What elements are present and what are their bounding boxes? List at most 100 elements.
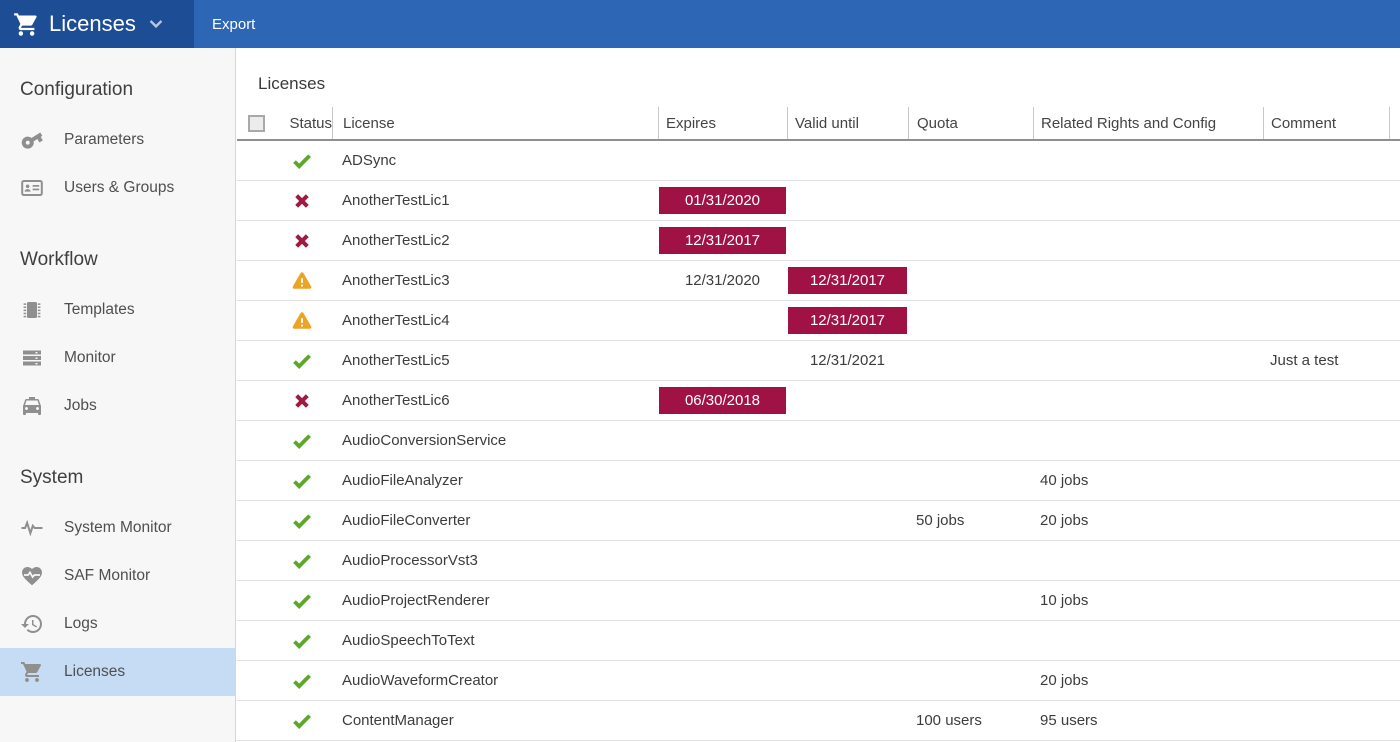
sidebar-item-label: SAF Monitor <box>64 567 150 585</box>
related-rights-cell <box>1033 181 1263 220</box>
license-name-cell: AudioSpeechToText <box>332 621 658 660</box>
comment-cell <box>1263 501 1390 540</box>
check-icon <box>291 670 313 692</box>
expires-cell: 01/31/2020 <box>658 181 787 220</box>
related-rights-cell: 20 jobs <box>1033 501 1263 540</box>
quota-cell <box>908 341 1033 380</box>
status-cell <box>272 701 332 740</box>
export-menu-item[interactable]: Export <box>194 0 273 48</box>
column-header-status[interactable]: Status <box>272 107 332 139</box>
heart-pulse-icon <box>20 564 44 588</box>
table-row[interactable]: AudioProjectRenderer10 jobs <box>237 581 1400 621</box>
sidebar-item-system-monitor[interactable]: System Monitor <box>0 504 235 552</box>
license-name-cell: AnotherTestLic1 <box>332 181 658 220</box>
column-header-comment[interactable]: Comment <box>1263 107 1390 139</box>
sidebar-item-label: Logs <box>64 615 98 633</box>
expires-cell <box>658 501 787 540</box>
table-row[interactable]: AudioSpeechToText <box>237 621 1400 661</box>
quota-cell <box>908 221 1033 260</box>
sidebar-item-saf-monitor[interactable]: SAF Monitor <box>0 552 235 600</box>
sidebar-item-users-groups[interactable]: Users & Groups <box>0 164 235 212</box>
page-title: Licenses <box>258 72 1400 96</box>
valid-until-cell <box>787 421 908 460</box>
comment-cell <box>1263 541 1390 580</box>
sidebar-item-parameters[interactable]: Parameters <box>0 116 235 164</box>
license-name-cell: AudioWaveformCreator <box>332 661 658 700</box>
table-row[interactable]: AudioWaveformCreator20 jobs <box>237 661 1400 701</box>
table-header: Status License Expires Valid until Quota… <box>237 107 1400 141</box>
column-header-quota[interactable]: Quota <box>908 107 1033 139</box>
valid-until-cell <box>787 141 908 180</box>
expires-cell: 06/30/2018 <box>658 381 787 420</box>
expired-date-badge: 01/31/2020 <box>659 187 786 214</box>
quota-cell <box>908 621 1033 660</box>
header-checkbox-cell <box>237 107 272 139</box>
sidebar-item-label: System Monitor <box>64 519 172 537</box>
valid-until-cell <box>787 221 908 260</box>
sidebar-item-label: Users & Groups <box>64 179 174 197</box>
column-header-expires[interactable]: Expires <box>658 107 787 139</box>
sidebar-item-monitor[interactable]: Monitor <box>0 334 235 382</box>
valid-until-cell <box>787 461 908 500</box>
status-cell <box>272 541 332 580</box>
table-row[interactable]: AnotherTestLic101/31/2020 <box>237 181 1400 221</box>
table-row[interactable]: AnotherTestLic212/31/2017 <box>237 221 1400 261</box>
comment-cell <box>1263 581 1390 620</box>
related-rights-cell <box>1033 341 1263 380</box>
license-name-cell: AudioFileConverter <box>332 501 658 540</box>
column-header-valid-until[interactable]: Valid until <box>787 107 908 139</box>
cart-icon <box>20 660 44 684</box>
valid-until-cell: 12/31/2017 <box>787 301 908 340</box>
sidebar-item-licenses[interactable]: Licenses <box>0 648 235 696</box>
comment-cell <box>1263 221 1390 260</box>
check-icon <box>291 590 313 612</box>
warning-icon <box>291 310 313 332</box>
table-row[interactable]: ADSync <box>237 141 1400 181</box>
related-rights-cell <box>1033 141 1263 180</box>
column-header-related-rights[interactable]: Related Rights and Config <box>1033 107 1263 139</box>
license-name-cell: AudioProcessorVst3 <box>332 541 658 580</box>
select-all-checkbox[interactable] <box>248 115 265 132</box>
app-title-dropdown[interactable]: Licenses <box>0 0 194 48</box>
sidebar-item-logs[interactable]: Logs <box>0 600 235 648</box>
cross-icon <box>291 390 313 412</box>
row-checkbox-cell <box>237 421 272 460</box>
sidebar-item-templates[interactable]: Templates <box>0 286 235 334</box>
table-row[interactable]: AudioFileAnalyzer40 jobs <box>237 461 1400 501</box>
table-row[interactable]: AudioConversionService <box>237 421 1400 461</box>
table-row[interactable]: AnotherTestLic512/31/2021Just a test <box>237 341 1400 381</box>
table-row[interactable]: AudioProcessorVst3 <box>237 541 1400 581</box>
sidebar-item-label: Jobs <box>64 397 97 415</box>
related-rights-cell <box>1033 541 1263 580</box>
expired-date-badge: 12/31/2017 <box>788 307 907 334</box>
valid-until-cell <box>787 701 908 740</box>
table-row[interactable]: AnotherTestLic412/31/2017 <box>237 301 1400 341</box>
table-row[interactable]: AudioFileConverter50 jobs20 jobs <box>237 501 1400 541</box>
row-checkbox-cell <box>237 341 272 380</box>
check-icon <box>291 630 313 652</box>
expires-cell <box>658 461 787 500</box>
pulse-icon <box>20 516 44 540</box>
license-name-cell: AnotherTestLic3 <box>332 261 658 300</box>
table-row[interactable]: ContentManager100 users95 users <box>237 701 1400 741</box>
cross-icon <box>291 230 313 252</box>
sidebar-item-jobs[interactable]: Jobs <box>0 382 235 430</box>
quota-cell <box>908 261 1033 300</box>
status-cell <box>272 301 332 340</box>
row-checkbox-cell <box>237 621 272 660</box>
expires-cell <box>658 621 787 660</box>
id-card-icon <box>20 176 44 200</box>
license-name-cell: AudioFileAnalyzer <box>332 461 658 500</box>
comment-cell <box>1263 621 1390 660</box>
column-header-license[interactable]: License <box>332 107 658 139</box>
valid-until-cell <box>787 621 908 660</box>
main-panel: Licenses Status License Expires Valid un… <box>237 48 1400 742</box>
related-rights-cell: 95 users <box>1033 701 1263 740</box>
valid-until-cell <box>787 661 908 700</box>
row-checkbox-cell <box>237 221 272 260</box>
table-row[interactable]: AnotherTestLic312/31/202012/31/2017 <box>237 261 1400 301</box>
quota-cell <box>908 581 1033 620</box>
quota-cell <box>908 141 1033 180</box>
valid-until-cell <box>787 381 908 420</box>
table-row[interactable]: AnotherTestLic606/30/2018 <box>237 381 1400 421</box>
